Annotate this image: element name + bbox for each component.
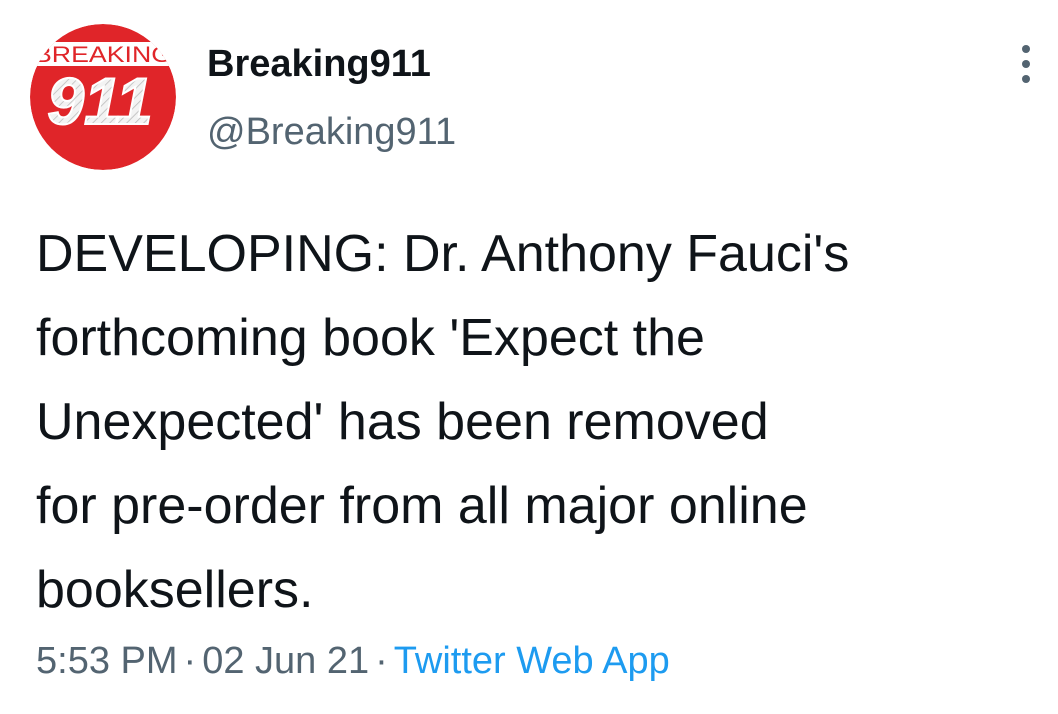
more-options-button[interactable] xyxy=(1006,38,1046,94)
tweet-meta: 5:53 PM · 02 Jun 21 · Twitter Web App xyxy=(36,636,670,686)
more-vertical-icon xyxy=(1020,42,1032,91)
tweet-source-link[interactable]: Twitter Web App xyxy=(394,640,670,682)
breaking911-logo: BREAKING 911 xyxy=(30,24,176,170)
meta-separator: · xyxy=(375,640,388,682)
tweet-date[interactable]: 02 Jun 21 xyxy=(202,640,369,682)
avatar[interactable]: BREAKING 911 xyxy=(30,24,176,170)
author-display-name[interactable]: Breaking911 xyxy=(207,40,431,88)
tweet-text: DEVELOPING: Dr. Anthony Fauci's forthcom… xyxy=(36,225,850,619)
tweet-time[interactable]: 5:53 PM xyxy=(36,640,178,682)
avatar-number-text: 911 xyxy=(47,64,152,138)
author-handle[interactable]: @Breaking911 xyxy=(207,108,456,156)
meta-separator: · xyxy=(183,640,197,682)
